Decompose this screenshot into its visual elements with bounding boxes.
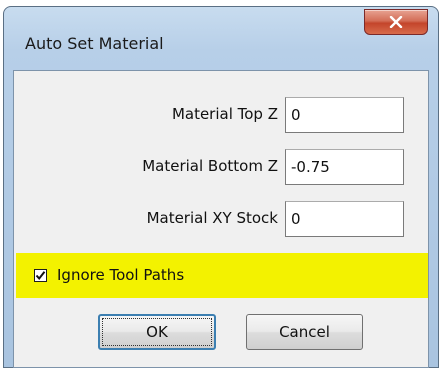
check-icon [35,271,46,281]
ignore-tool-paths-checkbox[interactable] [34,269,47,282]
material-xy-stock-row: Material XY Stock [14,199,428,237]
material-xy-stock-label: Material XY Stock [146,209,278,227]
close-icon [389,16,403,28]
material-bottom-z-label: Material Bottom Z [142,157,278,175]
material-xy-stock-input[interactable] [285,201,404,237]
cancel-button[interactable]: Cancel [246,314,363,350]
ignore-tool-paths-highlight: Ignore Tool Paths [16,253,428,298]
ok-button[interactable]: OK [98,314,216,350]
ignore-tool-paths-label[interactable]: Ignore Tool Paths [57,266,184,284]
material-bottom-z-input[interactable] [285,149,404,185]
dialog-body: Material Top Z Material Bottom Z Materia… [13,70,429,368]
close-button[interactable] [364,9,428,35]
material-top-z-label: Material Top Z [171,105,278,123]
dialog-title: Auto Set Material [25,34,164,53]
dialog-window: Auto Set Material Material Top Z Materia… [3,6,439,368]
material-bottom-z-row: Material Bottom Z [14,147,428,185]
title-bar[interactable]: Auto Set Material [4,7,438,71]
material-top-z-row: Material Top Z [14,95,428,133]
material-top-z-input[interactable] [285,97,404,133]
